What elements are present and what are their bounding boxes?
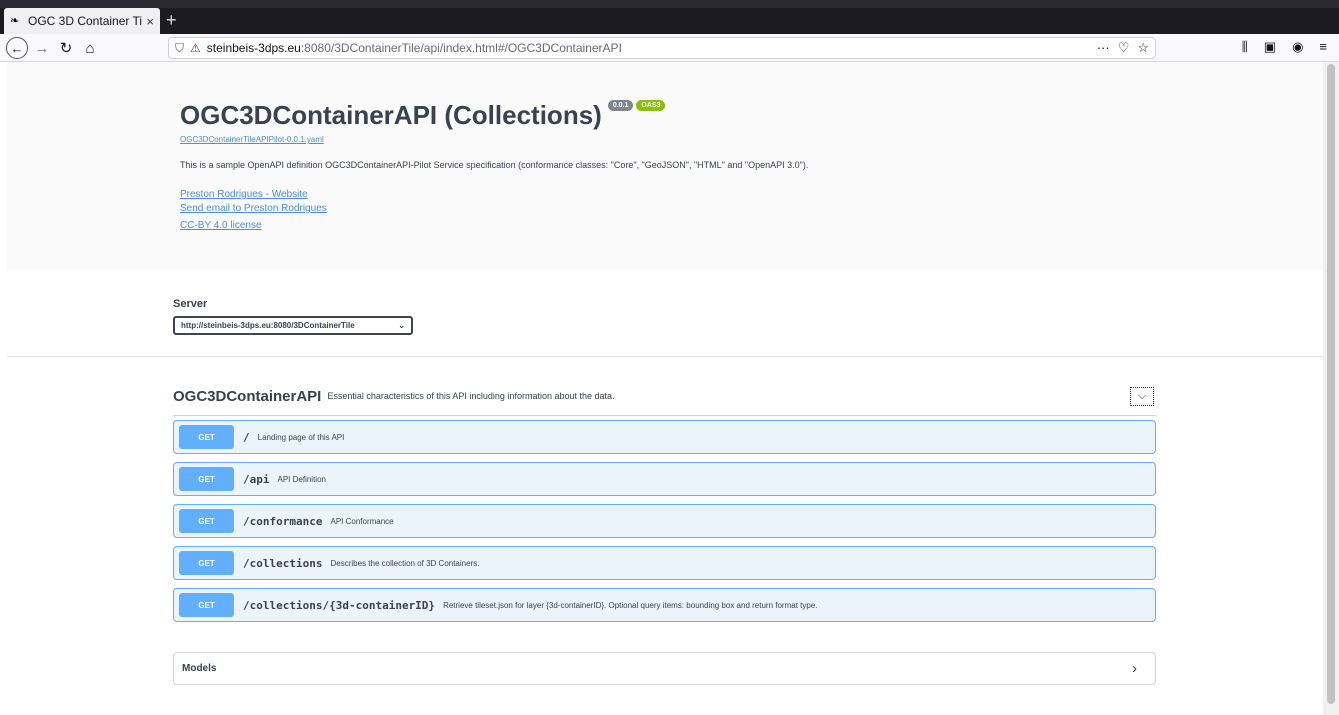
tag-name: OGC3DContainerAPI <box>173 387 322 405</box>
method-badge: GET <box>179 551 234 575</box>
tag-description: Essential characteristics of this API in… <box>327 391 615 401</box>
tag-header[interactable]: OGC3DContainerAPI Essential characterist… <box>173 377 1156 416</box>
yaml-link[interactable]: OGC3DContainerTileAPIPilot-0.0.1.yaml <box>180 135 1160 144</box>
home-icon: ⌂ <box>85 39 95 57</box>
page-title: OGC3DContainerAPI (Collections) <box>180 100 602 130</box>
library-icon[interactable]: ⫼ <box>1242 39 1248 55</box>
chevron-down-icon: ⌄ <box>398 321 405 330</box>
reload-icon: ↻ <box>59 40 73 57</box>
forward-button[interactable]: → <box>32 38 52 58</box>
insecure-lock-icon[interactable]: ⚠ <box>190 41 201 55</box>
swagger-page: OGC3DContainerAPI (Collections) 0.0.1 OA… <box>0 62 1323 715</box>
models-section[interactable]: Models › <box>173 652 1156 685</box>
bookmark-star-icon[interactable]: ☆ <box>1137 40 1149 56</box>
operation-summary: API Definition <box>277 474 326 484</box>
operation-get-root[interactable]: GET / Landing page of this API <box>173 420 1156 454</box>
collapse-toggle-button[interactable]: ⌵ <box>1130 386 1154 406</box>
new-tab-button[interactable]: + <box>166 10 177 30</box>
browser-tab[interactable]: ❧ OGC 3D Container Tile × <box>4 8 160 34</box>
chevron-down-icon: ⌵ <box>1137 389 1147 402</box>
models-label: Models <box>182 663 217 674</box>
license-link[interactable]: CC-BY 4.0 license <box>180 220 1160 231</box>
address-bar[interactable]: ⛉ ⚠ steinbeis-3dps.eu :8080/3DContainerT… <box>168 37 1156 59</box>
info-section: OGC3DContainerAPI (Collections) 0.0.1 OA… <box>7 62 1323 270</box>
oas-badge: OAS3 <box>636 100 666 111</box>
browser-nav-bar: ← → ↻ ⌂ ⛉ ⚠ steinbeis-3dps.eu :8080/3DCo… <box>0 34 1339 62</box>
menu-icon[interactable]: ≡ <box>1319 39 1327 55</box>
operation-path: / <box>243 430 250 444</box>
sidebar-icon[interactable]: ▣ <box>1264 39 1276 55</box>
chevron-right-icon: › <box>1132 660 1137 677</box>
method-badge: GET <box>179 593 234 617</box>
account-icon[interactable]: ◉ <box>1292 39 1303 55</box>
server-selected-value: http://steinbeis-3dps.eu:8080/3DContaine… <box>181 321 355 330</box>
url-path: :8080/3DContainerTile/api/index.html#/OG… <box>300 41 622 55</box>
operation-summary: Retrieve tileset.json for layer {3d-cont… <box>443 600 818 610</box>
operation-path: /collections/{3d-containerID} <box>243 598 436 612</box>
server-select[interactable]: http://steinbeis-3dps.eu:8080/3DContaine… <box>173 316 413 335</box>
shield-icon[interactable]: ⛉ <box>175 41 184 56</box>
operation-path: /api <box>243 472 270 486</box>
operation-path: /conformance <box>243 514 323 528</box>
operation-summary: API Conformance <box>330 516 394 526</box>
method-badge: GET <box>179 509 234 533</box>
back-button[interactable]: ← <box>6 37 28 59</box>
browser-tab-bar: ❧ OGC 3D Container Tile × + <box>0 0 1339 34</box>
page-scrollbar[interactable] <box>1323 62 1339 715</box>
titlebar-strip <box>0 0 1339 8</box>
operations-section: OGC3DContainerAPI Essential characterist… <box>173 377 1156 622</box>
operation-get-api[interactable]: GET /api API Definition <box>173 462 1156 496</box>
method-badge: GET <box>179 425 234 449</box>
site-favicon-icon: ❧ <box>10 15 20 27</box>
contact-email-link[interactable]: Send email to Preston Rodrigues <box>180 203 1160 214</box>
version-badge: 0.0.1 <box>607 100 634 111</box>
scrollbar-thumb[interactable] <box>1327 64 1335 704</box>
method-badge: GET <box>179 467 234 491</box>
operation-get-collection-by-id[interactable]: GET /collections/{3d-containerID} Retrie… <box>173 588 1156 622</box>
url-host: steinbeis-3dps.eu <box>206 41 301 55</box>
operation-get-conformance[interactable]: GET /conformance API Conformance <box>173 504 1156 538</box>
server-label: Server <box>173 298 208 310</box>
servers-section: Server http://steinbeis-3dps.eu:8080/3DC… <box>7 270 1323 357</box>
tab-close-icon[interactable]: × <box>146 14 154 29</box>
forward-icon: → <box>34 39 50 57</box>
operation-path: /collections <box>243 556 323 570</box>
operation-summary: Landing page of this API <box>257 432 345 442</box>
operation-get-collections[interactable]: GET /collections Describes the collectio… <box>173 546 1156 580</box>
home-button[interactable]: ⌂ <box>80 38 100 58</box>
api-description: This is a sample OpenAPI definition OGC3… <box>180 160 809 170</box>
operation-summary: Describes the collection of 3D Container… <box>330 558 480 568</box>
tab-title: OGC 3D Container Tile <box>28 14 143 28</box>
back-icon: ← <box>10 40 24 56</box>
contact-website-link[interactable]: Preston Rodrigues - Website <box>180 189 1160 200</box>
pocket-icon[interactable]: ♡ <box>1118 40 1130 56</box>
page-actions-more-icon[interactable]: ··· <box>1097 40 1110 56</box>
reload-button[interactable]: ↻ <box>56 38 76 58</box>
